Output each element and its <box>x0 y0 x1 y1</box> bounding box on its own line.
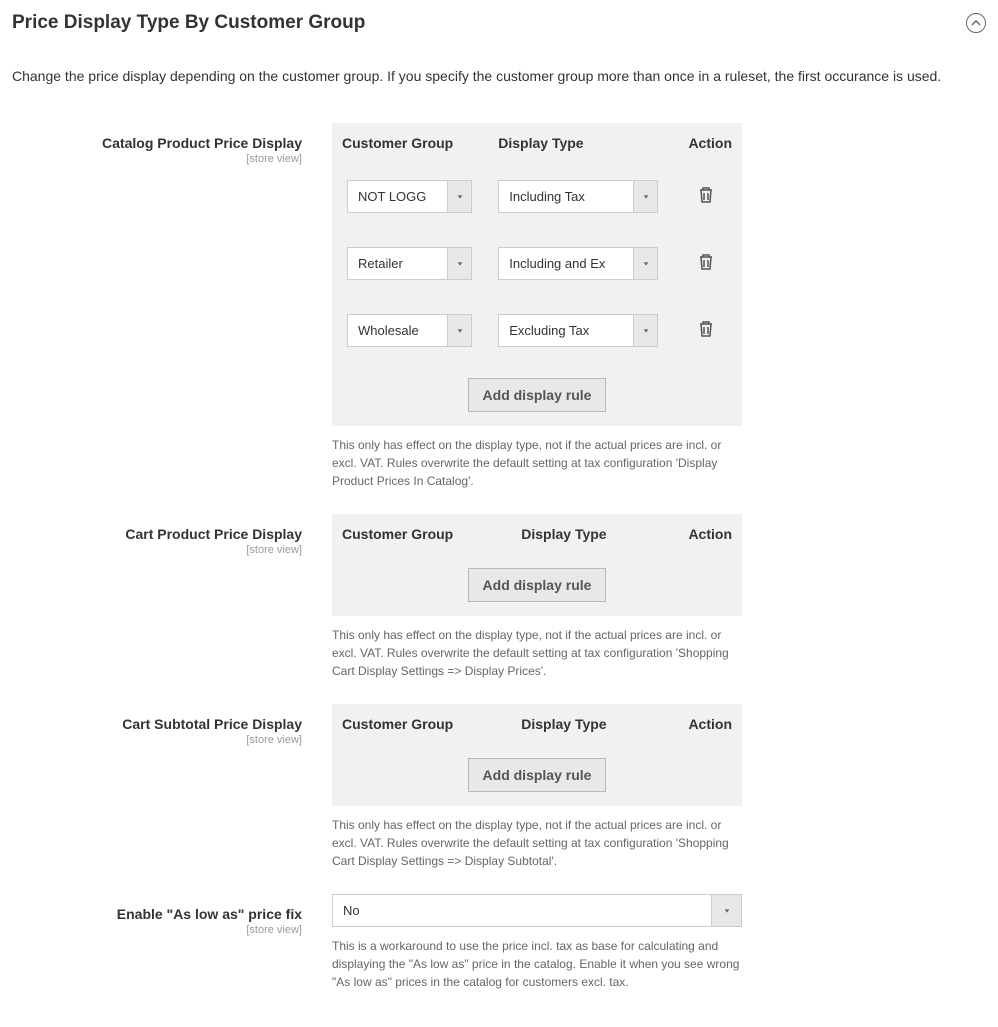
aslowas-scope: [store view] <box>12 924 302 936</box>
select-value: Wholesale <box>348 315 447 346</box>
chevron-down-icon <box>633 315 657 346</box>
header-type: Display Type <box>488 123 676 163</box>
trash-icon <box>698 320 714 338</box>
catalog-scope: [store view] <box>12 153 302 165</box>
header-action: Action <box>655 704 742 744</box>
select-value: Retailer <box>348 248 447 279</box>
chevron-down-icon <box>447 315 471 346</box>
trash-icon <box>698 253 714 271</box>
header-action: Action <box>676 123 742 163</box>
trash-icon <box>698 186 714 204</box>
add-display-rule-button[interactable]: Add display rule <box>468 568 607 602</box>
chevron-down-icon <box>447 181 471 212</box>
select-value: No <box>333 895 711 926</box>
aslowas-help-text: This is a workaround to use the price in… <box>332 937 742 991</box>
customer-group-select[interactable]: Wholesale <box>347 314 472 347</box>
chevron-down-icon <box>633 181 657 212</box>
add-display-rule-button[interactable]: Add display rule <box>468 758 607 792</box>
delete-rule-button[interactable] <box>698 325 714 341</box>
header-type: Display Type <box>511 704 655 744</box>
subtotal-label: Cart Subtotal Price Display <box>122 716 302 732</box>
catalog-label: Catalog Product Price Display <box>102 135 302 151</box>
catalog-help-text: This only has effect on the display type… <box>332 436 742 490</box>
header-group: Customer Group <box>332 514 511 554</box>
table-row: Retailer Including and Ex <box>332 230 742 297</box>
catalog-rules-table: Customer Group Display Type Action NOT L… <box>332 123 742 426</box>
chevron-up-icon <box>971 18 981 28</box>
chevron-down-icon <box>447 248 471 279</box>
table-row: Add display rule <box>332 554 742 616</box>
select-value: Including Tax <box>499 181 633 212</box>
section-description: Change the price display depending on th… <box>12 66 986 87</box>
subtotal-help-text: This only has effect on the display type… <box>332 816 742 870</box>
customer-group-select[interactable]: NOT LOGG <box>347 180 472 213</box>
chevron-down-icon <box>711 895 741 926</box>
display-type-select[interactable]: Including and Ex <box>498 247 658 280</box>
aslowas-select[interactable]: No <box>332 894 742 927</box>
header-type: Display Type <box>511 514 655 554</box>
cart-help-text: This only has effect on the display type… <box>332 626 742 680</box>
display-type-select[interactable]: Excluding Tax <box>498 314 658 347</box>
header-action: Action <box>655 514 742 554</box>
section-title: Price Display Type By Customer Group <box>12 12 365 34</box>
chevron-down-icon <box>633 248 657 279</box>
subtotal-rules-table: Customer Group Display Type Action Add d… <box>332 704 742 806</box>
select-value: Including and Ex <box>499 248 633 279</box>
cart-scope: [store view] <box>12 544 302 556</box>
customer-group-select[interactable]: Retailer <box>347 247 472 280</box>
header-group: Customer Group <box>332 704 511 744</box>
display-type-select[interactable]: Including Tax <box>498 180 658 213</box>
aslowas-label: Enable "As low as" price fix <box>117 906 302 922</box>
select-value: Excluding Tax <box>499 315 633 346</box>
delete-rule-button[interactable] <box>698 258 714 274</box>
table-row: NOT LOGG Including Tax <box>332 163 742 230</box>
table-row: Add display rule <box>332 744 742 806</box>
select-value: NOT LOGG <box>348 181 447 212</box>
collapse-toggle[interactable] <box>966 13 986 33</box>
add-display-rule-button[interactable]: Add display rule <box>468 378 607 412</box>
table-row: Wholesale Excluding Tax <box>332 297 742 364</box>
table-row: Add display rule <box>332 364 742 426</box>
header-group: Customer Group <box>332 123 488 163</box>
delete-rule-button[interactable] <box>698 191 714 207</box>
subtotal-scope: [store view] <box>12 734 302 746</box>
cart-label: Cart Product Price Display <box>125 526 302 542</box>
cart-rules-table: Customer Group Display Type Action Add d… <box>332 514 742 616</box>
